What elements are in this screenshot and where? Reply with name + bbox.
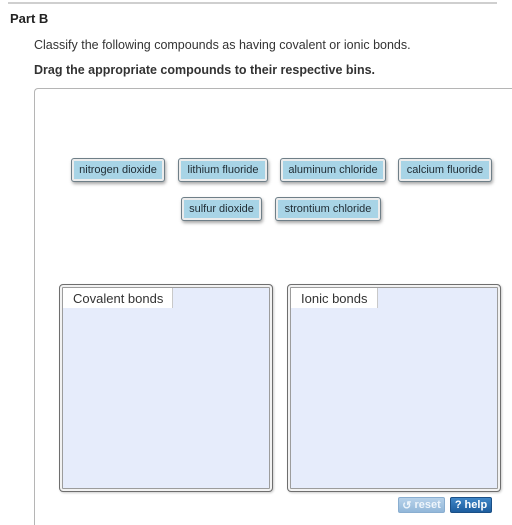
tile-calcium-fluoride[interactable]: calcium fluoride bbox=[398, 158, 492, 182]
part-title: Part B bbox=[10, 11, 49, 26]
tile-strontium-chloride[interactable]: strontium chloride bbox=[275, 197, 381, 221]
bin-label-covalent: Covalent bonds bbox=[63, 288, 174, 308]
instruction-bold: Drag the appropriate compounds to their … bbox=[34, 63, 376, 77]
reset-arrow-icon: ↺ bbox=[402, 499, 412, 512]
bin-covalent-bonds[interactable]: Covalent bonds bbox=[59, 284, 273, 492]
top-divider bbox=[8, 2, 497, 4]
bin-ionic-bonds[interactable]: Ionic bonds bbox=[287, 284, 501, 492]
instruction-text: Classify the following compounds as havi… bbox=[34, 38, 411, 52]
tile-nitrogen-dioxide[interactable]: nitrogen dioxide bbox=[71, 158, 165, 182]
tile-aluminum-chloride[interactable]: aluminum chloride bbox=[280, 158, 386, 182]
help-button[interactable]: ? help bbox=[450, 497, 492, 513]
reset-button-label: reset bbox=[414, 499, 441, 511]
tile-sulfur-dioxide[interactable]: sulfur dioxide bbox=[181, 197, 262, 221]
reset-button[interactable]: ↺ reset bbox=[398, 497, 445, 513]
bin-label-ionic: Ionic bonds bbox=[291, 288, 378, 308]
tile-lithium-fluoride[interactable]: lithium fluoride bbox=[178, 158, 268, 182]
help-button-label: help bbox=[464, 499, 488, 511]
question-mark-icon: ? bbox=[454, 499, 462, 511]
